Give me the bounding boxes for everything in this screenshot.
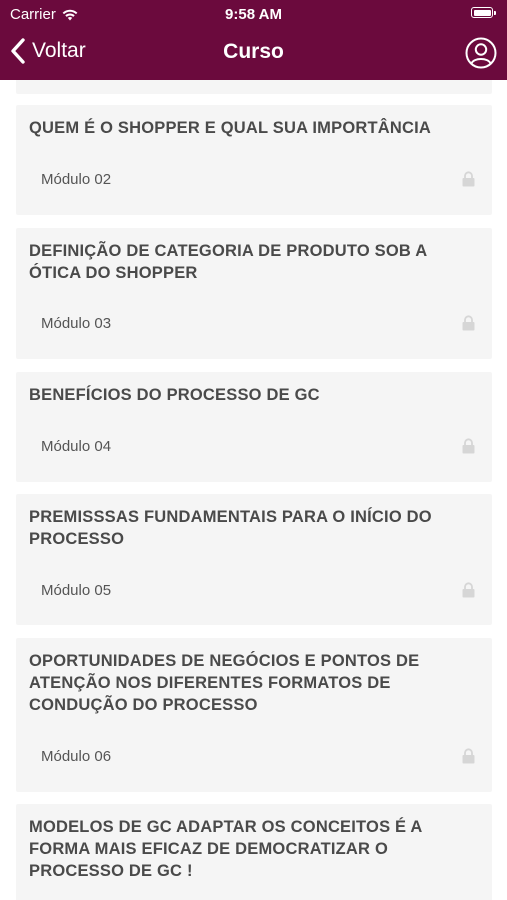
status-time: 9:58 AM [225, 6, 282, 23]
module-card[interactable]: QUEM É O SHOPPER E QUAL SUA IMPORTÂNCIA … [16, 105, 492, 215]
status-bar: Carrier 9:58 AM [0, 0, 507, 28]
module-label: Módulo 04 [41, 438, 112, 455]
module-card[interactable]: DEFINIÇÃO DE CATEGORIA DE PRODUTO SOB A … [16, 228, 492, 359]
lock-icon [462, 438, 475, 454]
module-list: QUEM É O SHOPPER E QUAL SUA IMPORTÂNCIA … [0, 80, 507, 900]
navigation-header: Carrier 9:58 AM Voltar Curso [0, 0, 507, 80]
module-title: DEFINIÇÃO DE CATEGORIA DE PRODUTO SOB A … [29, 242, 427, 282]
module-card[interactable]: PREMISSSAS FUNDAMENTAIS PARA O INÍCIO DO… [16, 494, 492, 625]
module-card[interactable]: BENEFÍCIOS DO PROCESSO DE GC Módulo 04 [16, 372, 492, 482]
module-title: QUEM É O SHOPPER E QUAL SUA IMPORTÂNCIA [29, 119, 432, 137]
module-card[interactable]: OPORTUNIDADES DE NEGÓCIOS E PONTOS DE AT… [16, 638, 492, 792]
module-label: Módulo 02 [41, 171, 112, 188]
module-title: OPORTUNIDADES DE NEGÓCIOS E PONTOS DE AT… [29, 652, 420, 714]
lock-icon [462, 315, 475, 331]
module-card-partial[interactable] [16, 80, 492, 94]
profile-button[interactable] [465, 37, 497, 69]
module-title: PREMISSSAS FUNDAMENTAIS PARA O INÍCIO DO… [29, 508, 432, 548]
module-label: Módulo 05 [41, 582, 112, 599]
lock-icon [462, 582, 475, 598]
module-title: MODELOS DE GC ADAPTAR OS CONCEITOS É A F… [29, 818, 422, 880]
lock-icon [462, 748, 475, 764]
battery-icon [471, 7, 496, 18]
module-label: Módulo 06 [41, 748, 112, 765]
lock-icon [462, 171, 475, 187]
navbar: Voltar Curso [0, 28, 507, 80]
module-card[interactable]: MODELOS DE GC ADAPTAR OS CONCEITOS É A F… [16, 804, 492, 900]
module-label: Módulo 03 [41, 315, 112, 332]
module-title: BENEFÍCIOS DO PROCESSO DE GC [29, 386, 320, 404]
page-title: Curso [223, 40, 284, 63]
